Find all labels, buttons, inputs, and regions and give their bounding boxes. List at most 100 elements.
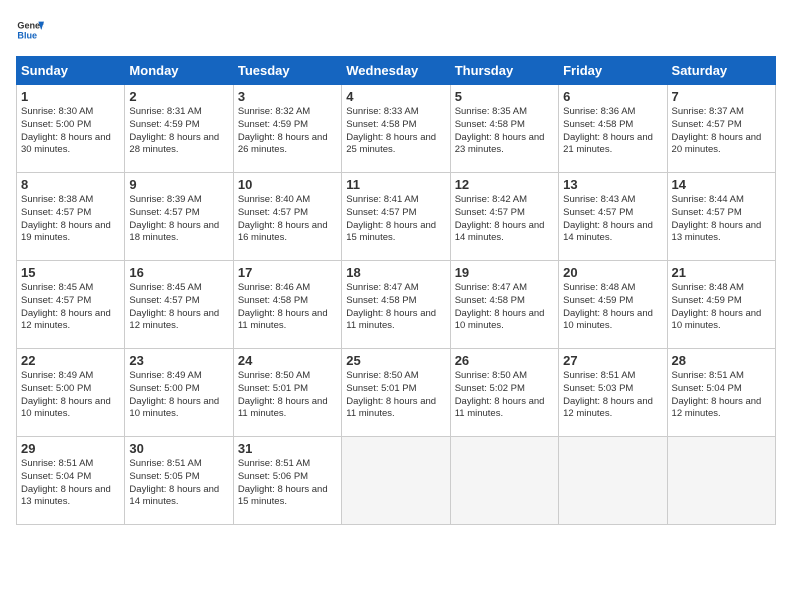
calendar-day: 9 Sunrise: 8:39 AM Sunset: 4:57 PM Daylig…	[125, 173, 233, 261]
day-info: Sunrise: 8:51 AM Sunset: 5:05 PM Dayligh…	[129, 458, 228, 509]
header-tuesday: Tuesday	[233, 57, 341, 85]
day-number: 6	[563, 89, 662, 104]
calendar-day: 10 Sunrise: 8:40 AM Sunset: 4:57 PM Dayli…	[233, 173, 341, 261]
day-info: Sunrise: 8:51 AM Sunset: 5:03 PM Dayligh…	[563, 370, 662, 421]
day-number: 1	[21, 89, 120, 104]
calendar-day: 3Sunrise: 8:32 AM Sunset: 4:59 PM Daylig…	[233, 85, 341, 173]
empty-cell	[667, 437, 775, 525]
day-info: Sunrise: 8:42 AM Sunset: 4:57 PM Dayligh…	[455, 194, 554, 245]
day-info: Sunrise: 8:43 AM Sunset: 4:57 PM Dayligh…	[563, 194, 662, 245]
calendar-day: 6 Sunrise: 8:36 AM Sunset: 4:58 PM Daylig…	[559, 85, 667, 173]
day-number: 23	[129, 353, 228, 368]
day-info: Sunrise: 8:51 AM Sunset: 5:04 PM Dayligh…	[672, 370, 771, 421]
calendar-day: 31 Sunrise: 8:51 AM Sunset: 5:06 PM Dayli…	[233, 437, 341, 525]
calendar-day: 5 Sunrise: 8:35 AM Sunset: 4:58 PM Daylig…	[450, 85, 558, 173]
day-number: 15	[21, 265, 120, 280]
page-header: General Blue	[16, 16, 776, 44]
calendar-day: 29 Sunrise: 8:51 AM Sunset: 5:04 PM Dayli…	[17, 437, 125, 525]
calendar-day: 23 Sunrise: 8:49 AM Sunset: 5:00 PM Dayli…	[125, 349, 233, 437]
calendar-week-row: 15 Sunrise: 8:45 AM Sunset: 4:57 PM Dayli…	[17, 261, 776, 349]
header-sunday: Sunday	[17, 57, 125, 85]
day-number: 27	[563, 353, 662, 368]
day-number: 19	[455, 265, 554, 280]
logo: General Blue	[16, 16, 44, 44]
day-number: 9	[129, 177, 228, 192]
day-info: Sunrise: 8:48 AM Sunset: 4:59 PM Dayligh…	[672, 282, 771, 333]
calendar-day: 15 Sunrise: 8:45 AM Sunset: 4:57 PM Dayli…	[17, 261, 125, 349]
day-number: 18	[346, 265, 445, 280]
day-info: Sunrise: 8:51 AM Sunset: 5:06 PM Dayligh…	[238, 458, 337, 509]
day-number: 13	[563, 177, 662, 192]
day-number: 31	[238, 441, 337, 456]
day-info: Sunrise: 8:37 AM Sunset: 4:57 PM Dayligh…	[672, 106, 771, 157]
calendar-day: 17 Sunrise: 8:46 AM Sunset: 4:58 PM Dayli…	[233, 261, 341, 349]
calendar-day: 16 Sunrise: 8:45 AM Sunset: 4:57 PM Dayli…	[125, 261, 233, 349]
day-info: Sunrise: 8:51 AM Sunset: 5:04 PM Dayligh…	[21, 458, 120, 509]
calendar: Sunday Monday Tuesday Wednesday Thursday…	[16, 56, 776, 525]
calendar-day: 25 Sunrise: 8:50 AM Sunset: 5:01 PM Dayli…	[342, 349, 450, 437]
day-number: 28	[672, 353, 771, 368]
calendar-day: 27 Sunrise: 8:51 AM Sunset: 5:03 PM Dayli…	[559, 349, 667, 437]
day-number: 11	[346, 177, 445, 192]
day-info: Sunrise: 8:50 AM Sunset: 5:02 PM Dayligh…	[455, 370, 554, 421]
day-number: 30	[129, 441, 228, 456]
calendar-day: 28 Sunrise: 8:51 AM Sunset: 5:04 PM Dayli…	[667, 349, 775, 437]
day-number: 10	[238, 177, 337, 192]
calendar-week-row: 1 Sunrise: 8:30 AM Sunset: 5:00 PM Daylig…	[17, 85, 776, 173]
calendar-day: 7 Sunrise: 8:37 AM Sunset: 4:57 PM Daylig…	[667, 85, 775, 173]
day-number: 22	[21, 353, 120, 368]
calendar-day: 4Sunrise: 8:33 AM Sunset: 4:58 PM Daylig…	[342, 85, 450, 173]
day-number: 8	[21, 177, 120, 192]
header-monday: Monday	[125, 57, 233, 85]
day-info: Sunrise: 8:39 AM Sunset: 4:57 PM Dayligh…	[129, 194, 228, 245]
calendar-day: 30 Sunrise: 8:51 AM Sunset: 5:05 PM Dayli…	[125, 437, 233, 525]
day-info: Sunrise: 8:45 AM Sunset: 4:57 PM Dayligh…	[21, 282, 120, 333]
day-number: 25	[346, 353, 445, 368]
day-info: Sunrise: 8:46 AM Sunset: 4:58 PM Dayligh…	[238, 282, 337, 333]
day-info: Sunrise: 8:45 AM Sunset: 4:57 PM Dayligh…	[129, 282, 228, 333]
calendar-week-row: 29 Sunrise: 8:51 AM Sunset: 5:04 PM Dayli…	[17, 437, 776, 525]
empty-cell	[450, 437, 558, 525]
day-number: 12	[455, 177, 554, 192]
header-thursday: Thursday	[450, 57, 558, 85]
calendar-day: 22 Sunrise: 8:49 AM Sunset: 5:00 PM Dayli…	[17, 349, 125, 437]
day-number: 2	[129, 89, 228, 104]
calendar-day: 26 Sunrise: 8:50 AM Sunset: 5:02 PM Dayli…	[450, 349, 558, 437]
calendar-day: 21 Sunrise: 8:48 AM Sunset: 4:59 PM Dayli…	[667, 261, 775, 349]
day-number: 4	[346, 89, 445, 104]
header-wednesday: Wednesday	[342, 57, 450, 85]
day-info: Sunrise: 8:30 AM Sunset: 5:00 PM Dayligh…	[21, 106, 120, 157]
calendar-day: 12 Sunrise: 8:42 AM Sunset: 4:57 PM Dayli…	[450, 173, 558, 261]
empty-cell	[559, 437, 667, 525]
calendar-day: 2Sunrise: 8:31 AM Sunset: 4:59 PM Daylig…	[125, 85, 233, 173]
day-info: Sunrise: 8:49 AM Sunset: 5:00 PM Dayligh…	[21, 370, 120, 421]
day-info: Sunrise: 8:35 AM Sunset: 4:58 PM Dayligh…	[455, 106, 554, 157]
day-info: Sunrise: 8:47 AM Sunset: 4:58 PM Dayligh…	[455, 282, 554, 333]
day-info: Sunrise: 8:47 AM Sunset: 4:58 PM Dayligh…	[346, 282, 445, 333]
day-number: 21	[672, 265, 771, 280]
day-info: Sunrise: 8:38 AM Sunset: 4:57 PM Dayligh…	[21, 194, 120, 245]
day-number: 29	[21, 441, 120, 456]
day-number: 17	[238, 265, 337, 280]
header-saturday: Saturday	[667, 57, 775, 85]
day-info: Sunrise: 8:50 AM Sunset: 5:01 PM Dayligh…	[346, 370, 445, 421]
day-number: 5	[455, 89, 554, 104]
calendar-day: 24 Sunrise: 8:50 AM Sunset: 5:01 PM Dayli…	[233, 349, 341, 437]
day-number: 16	[129, 265, 228, 280]
day-info: Sunrise: 8:32 AM Sunset: 4:59 PM Dayligh…	[238, 106, 337, 157]
day-number: 26	[455, 353, 554, 368]
calendar-day: 8 Sunrise: 8:38 AM Sunset: 4:57 PM Daylig…	[17, 173, 125, 261]
calendar-week-row: 8 Sunrise: 8:38 AM Sunset: 4:57 PM Daylig…	[17, 173, 776, 261]
day-info: Sunrise: 8:50 AM Sunset: 5:01 PM Dayligh…	[238, 370, 337, 421]
calendar-day: 18 Sunrise: 8:47 AM Sunset: 4:58 PM Dayli…	[342, 261, 450, 349]
day-number: 14	[672, 177, 771, 192]
day-info: Sunrise: 8:44 AM Sunset: 4:57 PM Dayligh…	[672, 194, 771, 245]
calendar-day: 13 Sunrise: 8:43 AM Sunset: 4:57 PM Dayli…	[559, 173, 667, 261]
day-number: 20	[563, 265, 662, 280]
day-info: Sunrise: 8:49 AM Sunset: 5:00 PM Dayligh…	[129, 370, 228, 421]
svg-text:Blue: Blue	[17, 30, 37, 40]
day-info: Sunrise: 8:36 AM Sunset: 4:58 PM Dayligh…	[563, 106, 662, 157]
day-number: 7	[672, 89, 771, 104]
day-info: Sunrise: 8:40 AM Sunset: 4:57 PM Dayligh…	[238, 194, 337, 245]
day-number: 24	[238, 353, 337, 368]
